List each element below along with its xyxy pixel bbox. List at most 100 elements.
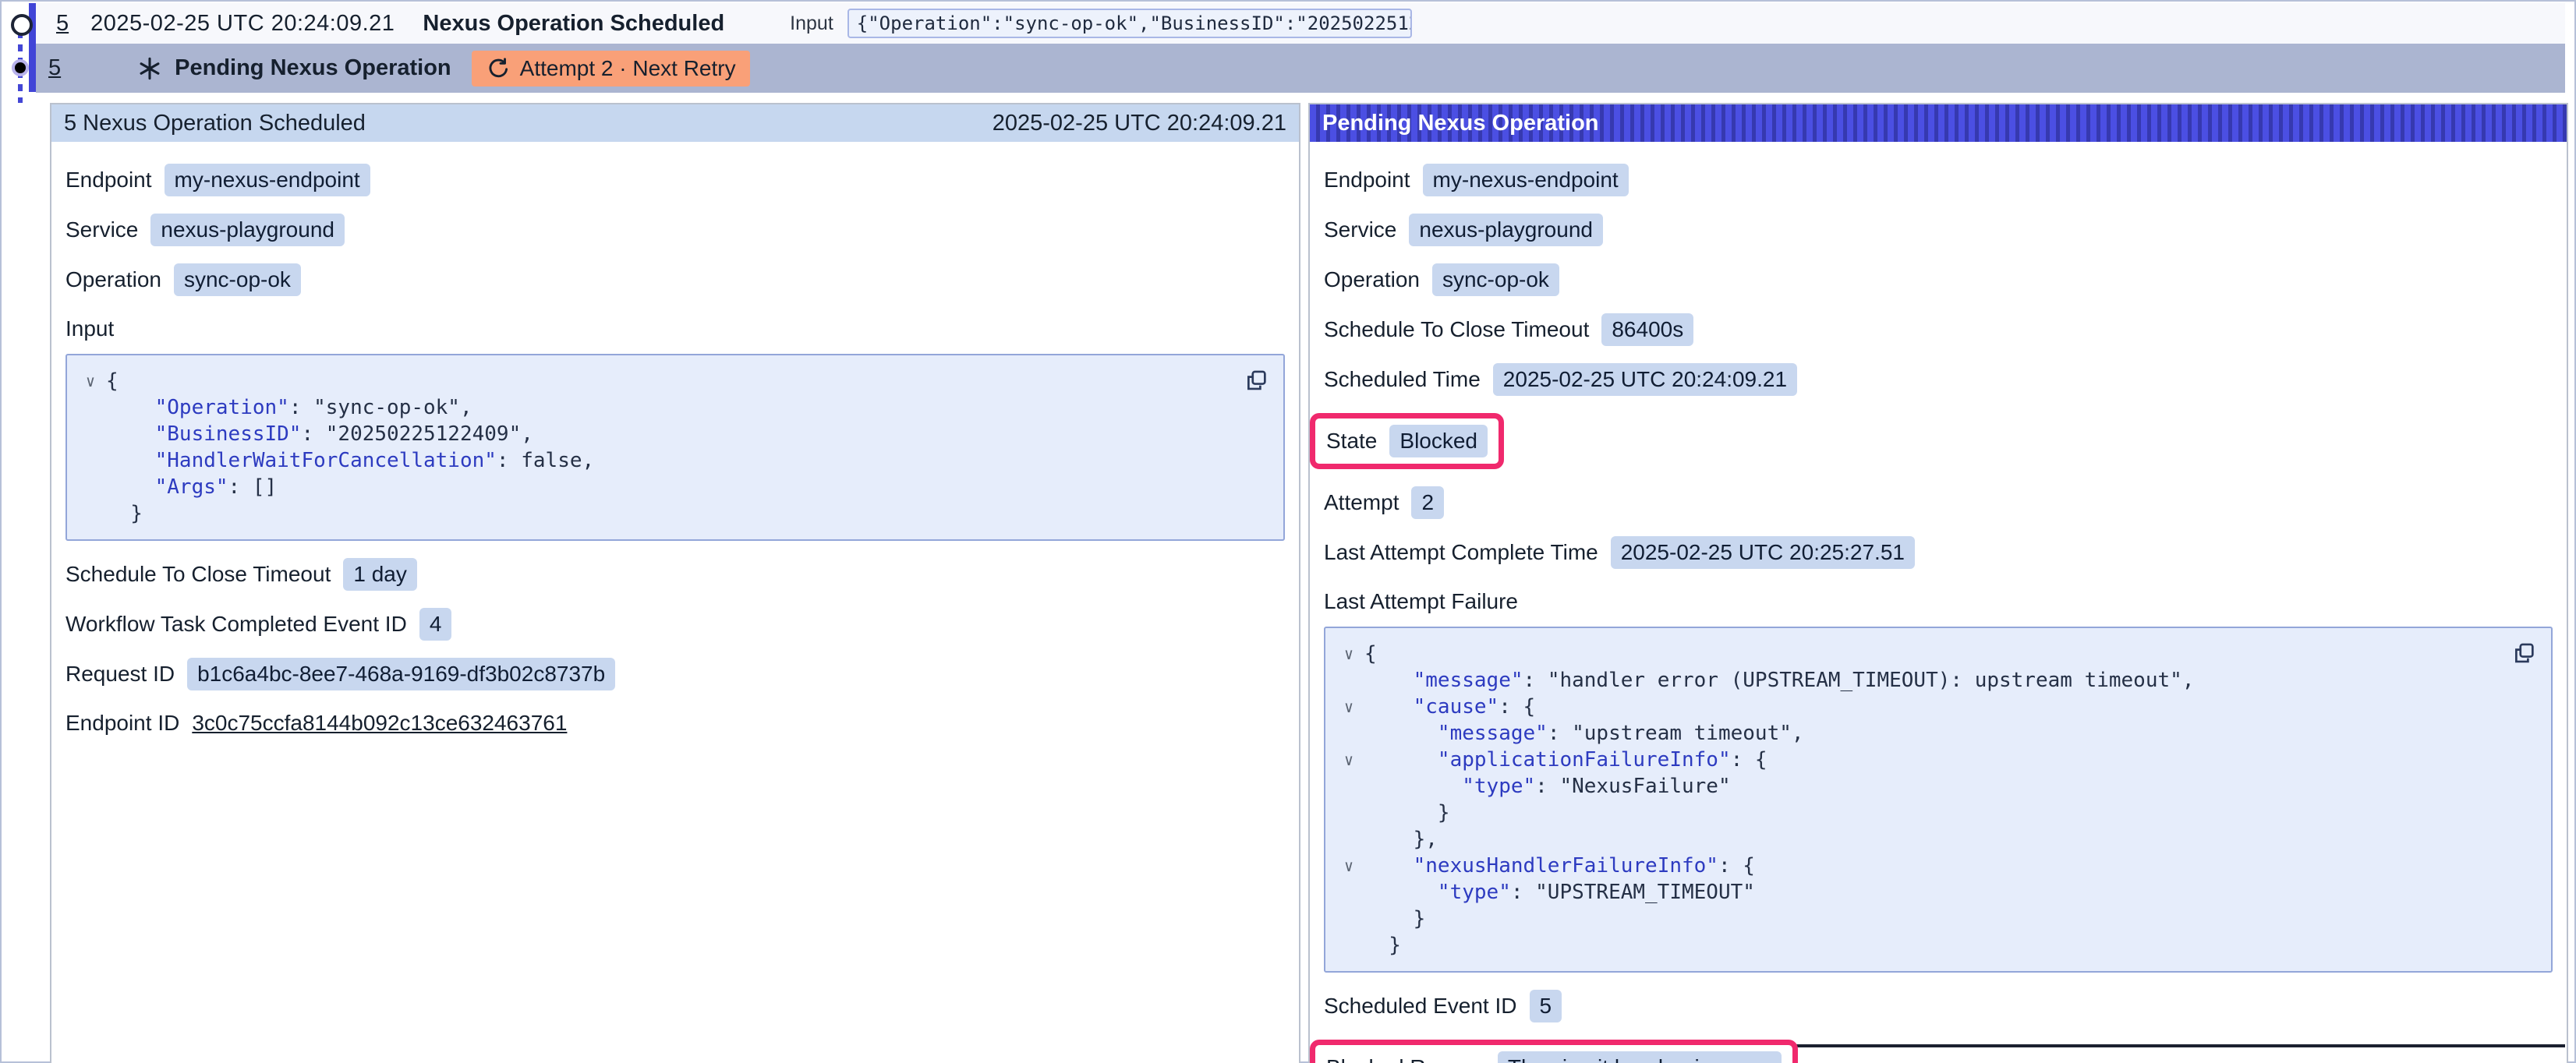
workflow-event-history-view: 5 2025-02-25 UTC 20:24:09.21 Nexus Opera… [0,0,2576,1063]
field-label: Attempt [1324,490,1399,515]
field-request-id: Request ID b1c6a4bc-8ee7-468a-9169-df3b0… [65,658,1285,690]
field-scheduled-time: Scheduled Time 2025-02-25 UTC 20:24:09.2… [1324,363,2553,396]
timeline-active-bar [29,3,36,92]
last-attempt-failure-label: Last Attempt Failure [1324,586,2553,617]
field-value-badge: 5 [1530,990,1562,1022]
field-value-badge: 2025-02-25 UTC 20:25:27.51 [1611,536,1915,569]
collapse-chevron-icon [1333,720,1364,747]
field-operation: Operation sync-op-ok [1324,263,2553,296]
history-row-nexus-operation-scheduled[interactable]: 5 2025-02-25 UTC 20:24:09.21 Nexus Opera… [36,3,2565,44]
field-label: State [1326,429,1377,454]
blocked-reason-annotation-highlight: Blocked Reason The circuit breaker is op… [1310,1040,1798,1063]
collapse-chevron-icon [1333,906,1364,932]
collapse-chevron-icon [75,394,106,421]
field-value-badge: sync-op-ok [174,263,301,296]
retry-icon [486,57,509,80]
state-annotation-highlight: State Blocked [1310,413,1504,469]
field-value-badge: 2 [1411,486,1444,519]
panel-header-striped: Pending Nexus Operation [1310,104,2567,142]
collapse-chevron-icon[interactable]: ∨ [1333,747,1364,773]
blocked-reason-value-badge: The circuit breaker is open. [1498,1051,1782,1063]
field-value-badge: 86400s [1601,313,1693,346]
field-scheduled-event-id: Scheduled Event ID 5 [1324,990,2553,1022]
field-label: Last Attempt Complete Time [1324,540,1598,565]
field-label: Endpoint ID [65,711,179,736]
collapse-chevron-icon [75,500,106,527]
field-label: Blocked Reason [1326,1055,1485,1063]
field-value-badge: b1c6a4bc-8ee7-468a-9169-df3b02c8737b [187,658,615,690]
asterisk-pending-icon [137,56,162,81]
state-value-badge: Blocked [1389,425,1488,457]
collapse-chevron-icon [1333,773,1364,800]
panel-timestamp: 2025-02-25 UTC 20:24:09.21 [993,111,1286,136]
history-row-pending-nexus-operation[interactable]: 5 Pending Nexus Operation Attempt 2 · Ne… [36,44,2565,93]
collapse-chevron-icon[interactable]: ∨ [1333,694,1364,720]
collapse-chevron-icon [1333,667,1364,694]
field-label: Workflow Task Completed Event ID [65,612,407,637]
collapse-chevron-icon[interactable]: ∨ [75,368,106,394]
field-schedule-to-close-timeout: Schedule To Close Timeout 86400s [1324,313,2553,346]
field-label: Endpoint [65,168,152,192]
collapse-chevron-icon [1333,932,1364,959]
event-timestamp: 2025-02-25 UTC 20:24:09.21 [90,11,395,37]
copy-icon[interactable] [1243,368,1269,394]
field-endpoint: Endpoint my-nexus-endpoint [1324,164,2553,196]
field-operation: Operation sync-op-ok [65,263,1285,296]
collapse-chevron-icon [75,447,106,474]
field-service: Service nexus-playground [1324,214,2553,246]
panel-header: 5 Nexus Operation Scheduled 2025-02-25 U… [51,104,1299,142]
event-detail-label: Input [790,12,833,35]
attempt-badge-label: Attempt 2 · Next Retry [520,56,736,81]
panel-nexus-operation-scheduled: 5 Nexus Operation Scheduled 2025-02-25 U… [50,103,1300,1063]
collapse-chevron-icon [75,474,106,500]
panel-title: 5 Nexus Operation Scheduled [64,111,366,136]
event-id-link[interactable]: 5 [56,11,69,37]
input-section-label: Input [65,313,1285,344]
field-value-badge: 4 [419,608,452,641]
panel-title: Pending Nexus Operation [1322,111,1599,136]
field-label: Operation [1324,267,1420,292]
field-endpoint-id: Endpoint ID 3c0c75ccfa8144b092c13ce63246… [65,708,1285,739]
collapse-chevron-icon [1333,879,1364,906]
field-label: Schedule To Close Timeout [65,562,331,587]
field-blocked-reason-row: Blocked Reason The circuit breaker is op… [1324,1040,2553,1063]
panel-pending-nexus-operation: Pending Nexus Operation Endpoint my-nexu… [1308,103,2568,1063]
collapse-chevron-icon [75,421,106,447]
field-label: Schedule To Close Timeout [1324,317,1589,342]
collapse-chevron-icon [1333,826,1364,853]
endpoint-id-link[interactable]: 3c0c75ccfa8144b092c13ce632463761 [192,711,567,736]
field-value-badge: 2025-02-25 UTC 20:24:09.21 [1493,363,1797,396]
failure-json-viewer: ∨{ "message": "handler error (UPSTREAM_T… [1324,627,2553,973]
event-input-preview: {"Operation":"sync-op-ok","BusinessID":"… [847,9,1412,38]
timeline-current-dot-icon [12,59,29,76]
field-label: Endpoint [1324,168,1410,192]
field-label: Service [65,217,138,242]
field-schedule-to-close-timeout: Schedule To Close Timeout 1 day [65,558,1285,591]
field-label: Service [1324,217,1396,242]
field-label: Operation [65,267,161,292]
event-name: Nexus Operation Scheduled [423,11,724,37]
timeline-open-circle-icon [11,14,33,36]
collapse-chevron-icon [1333,800,1364,826]
field-label: Scheduled Event ID [1324,994,1517,1019]
field-value-badge: nexus-playground [1409,214,1603,246]
field-value-badge: my-nexus-endpoint [1423,164,1629,196]
field-value-badge: my-nexus-endpoint [165,164,370,196]
collapse-chevron-icon[interactable]: ∨ [1333,853,1364,879]
copy-icon[interactable] [2511,641,2537,667]
field-label: Scheduled Time [1324,367,1481,392]
event-name: Pending Nexus Operation [175,55,451,81]
field-last-attempt-complete-time: Last Attempt Complete Time 2025-02-25 UT… [1324,536,2553,569]
field-label: Request ID [65,662,175,687]
input-json-viewer: ∨{ "Operation": "sync-op-ok", "BusinessI… [65,354,1285,541]
field-workflow-task-completed-event-id: Workflow Task Completed Event ID 4 [65,608,1285,641]
field-state-row: State Blocked [1324,413,2553,469]
field-attempt: Attempt 2 [1324,486,2553,519]
event-id-link[interactable]: 5 [48,55,61,81]
field-value-badge: sync-op-ok [1432,263,1559,296]
field-value-badge: 1 day [343,558,417,591]
field-endpoint: Endpoint my-nexus-endpoint [65,164,1285,196]
collapse-chevron-icon[interactable]: ∨ [1333,641,1364,667]
field-service: Service nexus-playground [65,214,1285,246]
attempt-retry-badge: Attempt 2 · Next Retry [472,51,750,87]
